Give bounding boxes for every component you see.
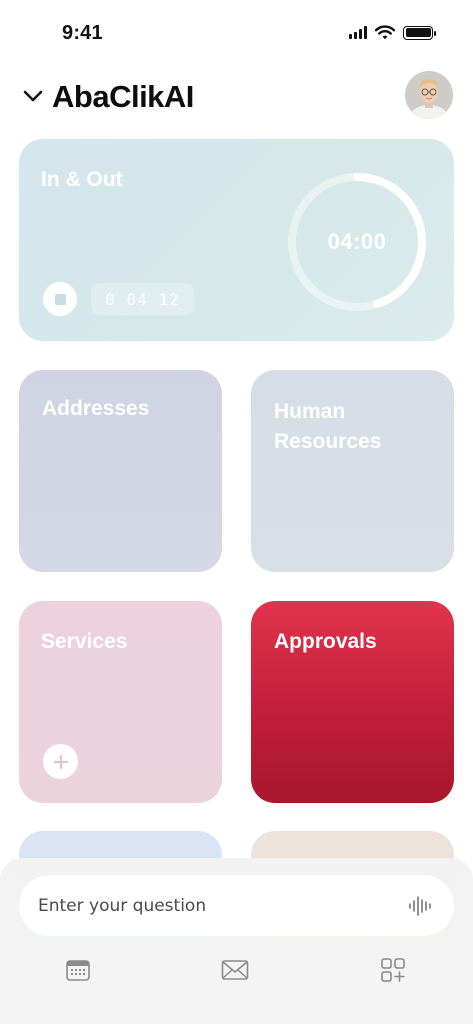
approvals-title: Approvals: [274, 630, 377, 653]
human-resources-title: Human Resources: [274, 400, 382, 453]
wifi-icon: [375, 25, 395, 40]
chevron-down-icon[interactable]: [22, 88, 44, 104]
addresses-title: Addresses: [42, 397, 150, 420]
add-service-button[interactable]: [43, 744, 78, 779]
signal-icon: [349, 26, 367, 39]
stop-button[interactable]: [43, 282, 77, 316]
stop-icon: [54, 293, 66, 305]
status-bar: 9:41: [0, 0, 473, 70]
mail-icon[interactable]: [221, 957, 249, 983]
status-time: 9:41: [62, 22, 103, 44]
status-icons: [349, 25, 436, 40]
timer-value: 04:00: [327, 229, 387, 254]
elapsed-time: 0 04 12: [91, 283, 194, 315]
battery-icon: [403, 25, 436, 40]
header: AbaClikAI: [0, 70, 473, 126]
add-widget-icon[interactable]: [379, 957, 407, 983]
avatar[interactable]: [405, 71, 453, 119]
addresses-card[interactable]: Addresses: [19, 370, 222, 572]
in-out-title: In & Out: [41, 168, 123, 191]
human-resources-card[interactable]: Human Resources: [251, 370, 454, 572]
voice-wave-icon[interactable]: [408, 894, 432, 918]
question-input[interactable]: [38, 895, 408, 916]
services-title: Services: [41, 630, 128, 653]
calendar-icon[interactable]: [64, 957, 92, 983]
question-field[interactable]: [19, 875, 454, 936]
app-title[interactable]: AbaClikAI: [52, 79, 194, 115]
approvals-card[interactable]: Approvals: [251, 601, 454, 803]
avatar-portrait: [405, 71, 453, 119]
plus-icon: [53, 754, 68, 769]
